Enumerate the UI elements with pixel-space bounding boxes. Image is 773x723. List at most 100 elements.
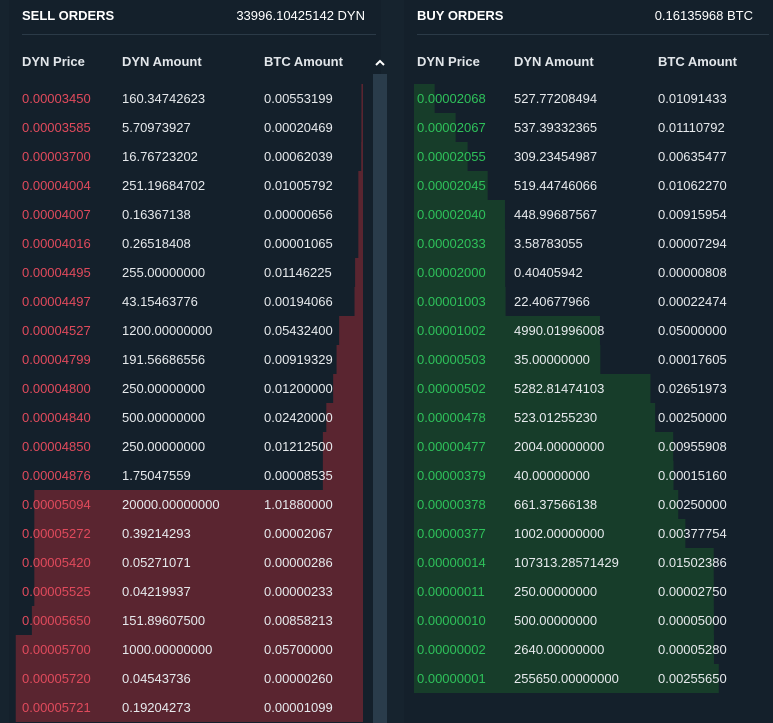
buy-order-dyn-amount: 107313.28571429 <box>514 555 619 570</box>
buy-order-row[interactable]: 0.00000503 35.00000000 0.00017605 <box>404 345 773 374</box>
buy-order-row[interactable]: 0.00002045 519.44746066 0.01062270 <box>404 171 773 200</box>
buy-order-dyn-amount: 519.44746066 <box>514 178 598 193</box>
sell-order-price: 0.00004497 <box>22 294 91 309</box>
buy-order-row[interactable]: 0.00000478 523.01255230 0.00250000 <box>404 403 773 432</box>
buy-order-dyn-amount: 4990.01996008 <box>514 323 605 338</box>
sell-order-dyn-amount: 0.19204273 <box>122 700 191 715</box>
sell-order-btc-amount: 0.00001065 <box>264 236 333 251</box>
sell-order-row[interactable]: 0.00004876 1.75047559 0.00008535 <box>9 461 381 490</box>
sell-order-row[interactable]: 0.00003700 16.76723202 0.00062039 <box>9 142 381 171</box>
sell-order-btc-amount: 0.05432400 <box>264 323 333 338</box>
sell-order-dyn-amount: 0.04219937 <box>122 584 191 599</box>
buy-order-row[interactable]: 0.00002067 537.39332365 0.01110792 <box>404 113 773 142</box>
buy-order-row[interactable]: 0.00000502 5282.81474103 0.02651973 <box>404 374 773 403</box>
buy-order-row[interactable]: 0.00000002 2640.00000000 0.00005280 <box>404 635 773 664</box>
sell-order-price: 0.00004495 <box>22 265 91 280</box>
sell-order-btc-amount: 0.00002067 <box>264 526 333 541</box>
buy-order-row[interactable]: 0.00000477 2004.00000000 0.00955908 <box>404 432 773 461</box>
sell-order-row[interactable]: 0.00004799 191.56686556 0.00919329 <box>9 345 381 374</box>
sell-order-btc-amount: 0.00553199 <box>264 91 333 106</box>
sell-order-price: 0.00005272 <box>22 526 91 541</box>
sell-order-btc-amount: 0.00020469 <box>264 120 333 135</box>
sell-order-btc-amount: 0.00000656 <box>264 207 333 222</box>
buy-order-row[interactable]: 0.00002040 448.99687567 0.00915954 <box>404 200 773 229</box>
buy-order-dyn-amount: 22.40677966 <box>514 294 590 309</box>
buy-order-row[interactable]: 0.00001002 4990.01996008 0.05000000 <box>404 316 773 345</box>
sell-order-row[interactable]: 0.00004527 1200.00000000 0.05432400 <box>9 316 381 345</box>
buy-order-price: 0.00000502 <box>417 381 486 396</box>
buy-order-row[interactable]: 0.00000014 107313.28571429 0.01502386 <box>404 548 773 577</box>
sell-order-dyn-amount: 1.75047559 <box>122 468 191 483</box>
sell-order-price: 0.00003450 <box>22 91 91 106</box>
sell-order-price: 0.00004876 <box>22 468 91 483</box>
sell-order-row[interactable]: 0.00004800 250.00000000 0.01200000 <box>9 374 381 403</box>
sell-orders-list: 0.00003450 160.34742623 0.00553199 0.000035… <box>9 84 381 722</box>
sell-order-row[interactable]: 0.00005094 20000.00000000 1.01880000 <box>9 490 381 519</box>
sell-order-btc-amount: 0.00062039 <box>264 149 333 164</box>
sell-order-price: 0.00004799 <box>22 352 91 367</box>
sell-order-dyn-amount: 500.00000000 <box>122 410 206 425</box>
buy-order-price: 0.00000014 <box>417 555 486 570</box>
buy-order-btc-amount: 0.02651973 <box>658 381 727 396</box>
sell-order-dyn-amount: 0.39214293 <box>122 526 191 541</box>
buy-order-dyn-amount: 40.00000000 <box>514 468 590 483</box>
sell-order-dyn-amount: 1200.00000000 <box>122 323 213 338</box>
sell-order-btc-amount: 0.01200000 <box>264 381 333 396</box>
buy-order-row[interactable]: 0.00000379 40.00000000 0.00015160 <box>404 461 773 490</box>
sell-order-row[interactable]: 0.00004007 0.16367138 0.00000656 <box>9 200 381 229</box>
buy-order-row[interactable]: 0.00002068 527.77208494 0.01091433 <box>404 84 773 113</box>
sell-order-row[interactable]: 0.00005720 0.04543736 0.00000260 <box>9 664 381 693</box>
sell-order-row[interactable]: 0.00005700 1000.00000000 0.05700000 <box>9 635 381 664</box>
sell-order-dyn-amount: 0.05271071 <box>122 555 191 570</box>
sell-order-dyn-amount: 0.04543736 <box>122 671 191 686</box>
buy-order-row[interactable]: 0.00002000 0.40405942 0.00000808 <box>404 258 773 287</box>
buy-order-price: 0.00000011 <box>417 584 485 599</box>
buy-order-btc-amount: 0.00250000 <box>658 410 727 425</box>
sell-order-price: 0.00004016 <box>22 236 91 251</box>
buy-orders-panel: BUY ORDERS 0.16135968 BTC DYN Price DYN … <box>404 0 773 723</box>
buy-order-row[interactable]: 0.00001003 22.40677966 0.00022474 <box>404 287 773 316</box>
buy-order-row[interactable]: 0.00000377 1002.00000000 0.00377754 <box>404 519 773 548</box>
sell-order-btc-amount: 0.01146225 <box>264 265 332 280</box>
sell-order-price: 0.00005700 <box>22 642 91 657</box>
sell-order-dyn-amount: 251.19684702 <box>122 178 206 193</box>
sell-order-row[interactable]: 0.00005272 0.39214293 0.00002067 <box>9 519 381 548</box>
sell-order-dyn-amount: 16.76723202 <box>122 149 198 164</box>
sell-order-price: 0.00003700 <box>22 149 91 164</box>
buy-order-dyn-amount: 0.40405942 <box>514 265 583 280</box>
sell-order-row[interactable]: 0.00003450 160.34742623 0.00553199 <box>9 84 381 113</box>
buy-order-row[interactable]: 0.00000378 661.37566138 0.00250000 <box>404 490 773 519</box>
buy-order-row[interactable]: 0.00000010 500.00000000 0.00005000 <box>404 606 773 635</box>
sell-order-row[interactable]: 0.00005525 0.04219937 0.00000233 <box>9 577 381 606</box>
sell-order-row[interactable]: 0.00003585 5.70973927 0.00020469 <box>9 113 381 142</box>
buy-order-dyn-amount: 309.23454987 <box>514 149 598 164</box>
buy-order-price: 0.00002067 <box>417 120 486 135</box>
sell-order-row[interactable]: 0.00005721 0.19204273 0.00001099 <box>9 693 381 722</box>
buy-order-dyn-amount: 661.37566138 <box>514 497 598 512</box>
sell-order-btc-amount: 0.00000233 <box>264 584 333 599</box>
sell-order-row[interactable]: 0.00004495 255.00000000 0.01146225 <box>9 258 381 287</box>
buy-order-price: 0.00002045 <box>417 178 486 193</box>
sell-order-dyn-amount: 250.00000000 <box>122 381 206 396</box>
buy-order-row[interactable]: 0.00000011 250.00000000 0.00002750 <box>404 577 773 606</box>
sell-order-row[interactable]: 0.00005420 0.05271071 0.00000286 <box>9 548 381 577</box>
sell-order-row[interactable]: 0.00005650 151.89607500 0.00858213 <box>9 606 381 635</box>
sell-order-row[interactable]: 0.00004840 500.00000000 0.02420000 <box>9 403 381 432</box>
buy-order-btc-amount: 0.00017605 <box>658 352 727 367</box>
buy-order-btc-amount: 0.01091433 <box>658 91 727 106</box>
buy-order-price: 0.00001003 <box>417 294 486 309</box>
buy-order-row[interactable]: 0.00000001 255650.00000000 0.00255650 <box>404 664 773 693</box>
sell-order-row[interactable]: 0.00004016 0.26518408 0.00001065 <box>9 229 381 258</box>
sell-order-dyn-amount: 0.26518408 <box>122 236 191 251</box>
sell-order-price: 0.00004007 <box>22 207 91 222</box>
buy-order-dyn-amount: 5282.81474103 <box>514 381 605 396</box>
buy-order-row[interactable]: 0.00002055 309.23454987 0.00635477 <box>404 142 773 171</box>
sell-order-row[interactable]: 0.00004004 251.19684702 0.01005792 <box>9 171 381 200</box>
sell-order-price: 0.00004800 <box>22 381 91 396</box>
sell-order-row[interactable]: 0.00004850 250.00000000 0.01212500 <box>9 432 381 461</box>
buy-order-row[interactable]: 0.00002033 3.58783055 0.00007294 <box>404 229 773 258</box>
sell-order-price: 0.00004840 <box>22 410 91 425</box>
sell-order-row[interactable]: 0.00004497 43.15463776 0.00194066 <box>9 287 381 316</box>
buy-order-dyn-amount: 500.00000000 <box>514 613 598 628</box>
buy-order-dyn-amount: 255650.00000000 <box>514 671 619 686</box>
